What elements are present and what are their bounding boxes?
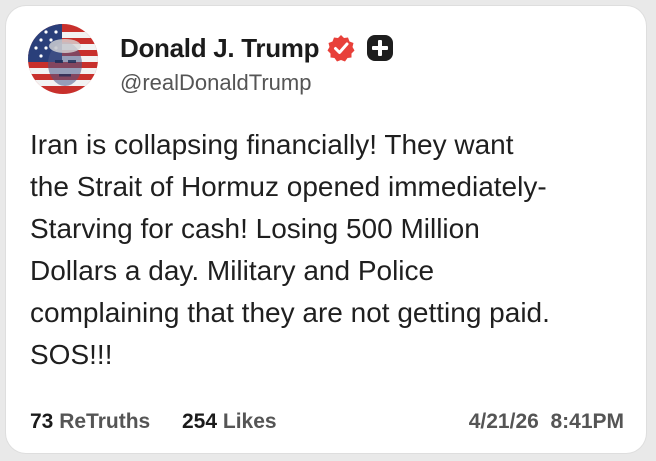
post-text-line: Iran is collapsing financially! They wan… (30, 129, 514, 160)
post-text-line: complaining that they are not getting pa… (30, 297, 550, 328)
post-text-line: Starving for cash! Losing 500 Million (30, 213, 480, 244)
display-name[interactable]: Donald J. Trump (120, 33, 319, 64)
likes-count: 254 (182, 410, 218, 433)
post-timestamp[interactable]: 4/21/26 8:41PM (469, 410, 624, 434)
retruths-stat[interactable]: 73 ReTruths (30, 410, 150, 434)
post-text-line: SOS!!! (30, 339, 113, 370)
avatar[interactable] (28, 24, 98, 94)
name-row: Donald J. Trump (120, 28, 394, 68)
post-text-line: the Strait of Hormuz opened immediately- (30, 171, 547, 202)
retruths-count: 73 (30, 410, 54, 433)
plus-icon[interactable] (367, 35, 394, 61)
user-handle[interactable]: @realDonaldTrump (120, 70, 311, 96)
post-text-line: Dollars a day. Military and Police (30, 255, 435, 286)
likes-stat[interactable]: 254 Likes (182, 410, 277, 434)
post-footer: 73 ReTruths 254 Likes 4/21/26 8:41PM (30, 410, 624, 440)
verified-badge-icon (327, 34, 355, 62)
flag-portrait-avatar-icon (28, 24, 98, 94)
post-text: Iran is collapsing financially! They wan… (30, 124, 630, 376)
retruths-label: ReTruths (59, 410, 151, 433)
likes-label: Likes (222, 410, 277, 433)
post-header: Donald J. Trump @realDonaldTrump (28, 24, 628, 96)
post-card[interactable]: Donald J. Trump @realDonaldTrump Iran is… (6, 6, 646, 453)
